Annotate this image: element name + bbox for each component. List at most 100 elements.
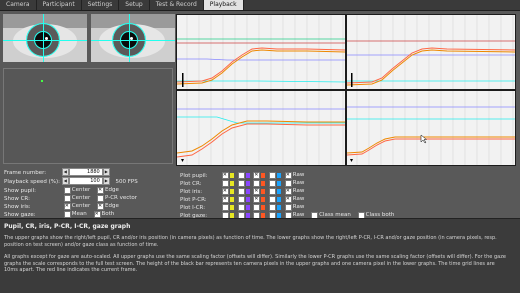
plot-pupil-series4-swatch (277, 172, 281, 178)
show-cr-center-label: Center (71, 195, 91, 201)
plot-pupil-series1-checkbox[interactable] (221, 171, 229, 179)
plot-pcr-series4-checkbox[interactable] (269, 195, 276, 203)
frame-number-decrement-button[interactable]: ◀ (61, 168, 69, 176)
plot-pupil-series1-swatch (229, 172, 234, 178)
show-pupil-edge-checkbox[interactable] (97, 186, 105, 194)
plot-iris-series3-checkbox[interactable] (253, 187, 261, 195)
plot-pcr-raw-label: Raw (292, 196, 305, 202)
plot-icr-series4-checkbox[interactable] (269, 203, 276, 211)
plot-pupil-raw-label: Raw (292, 172, 305, 178)
plot-cr-series1-swatch (229, 180, 234, 186)
plot-iris-series1-checkbox[interactable] (221, 187, 229, 195)
plot-pcr-series1-swatch (229, 196, 234, 202)
tab-test-record[interactable]: Test & Record (150, 0, 204, 10)
plot-cr-raw-label: Raw (292, 180, 305, 186)
gaze-point-marker (41, 80, 43, 82)
plot-icr-series1-checkbox[interactable] (221, 203, 229, 211)
show-gaze-row: Show gaze: Mean Both (4, 210, 117, 218)
plot-pupil-raw-checkbox[interactable] (284, 171, 292, 179)
upper-right-eye-graph (177, 15, 345, 89)
show-cr-row: Show CR: Center P-CR vector (4, 194, 140, 202)
upper-left-eye-graph-svg (347, 15, 515, 89)
plot-iris-row: Plot iris: Raw (180, 187, 307, 195)
frame-number-increment-button[interactable]: ▶ (102, 168, 110, 176)
plot-cr-raw-checkbox[interactable] (284, 179, 292, 187)
show-gaze-mean-checkbox[interactable] (63, 210, 71, 218)
fps-readout: 500 FPS (115, 178, 138, 185)
plot-gaze-series1-swatch (229, 212, 234, 218)
plot-icr-series3-swatch (261, 204, 266, 210)
playback-speed-decrement-button[interactable]: ◀ (61, 177, 69, 185)
time-graphs-panel (176, 14, 516, 166)
plot-iris-series2-checkbox[interactable] (237, 187, 245, 195)
lower-left-eye-graph (347, 91, 515, 165)
plot-gaze-series4-swatch (277, 212, 281, 218)
lower-left-eye-graph-svg (347, 91, 515, 165)
plot-iris-series4-swatch (277, 188, 281, 194)
plot-icr-raw-checkbox[interactable] (284, 203, 292, 211)
show-iris-edge-checkbox[interactable] (97, 202, 105, 210)
plot-icr-series1-swatch (229, 204, 234, 210)
tab-bar: Camera Participant Settings Setup Test &… (0, 0, 520, 11)
plot-cr-series4-checkbox[interactable] (269, 179, 276, 187)
plot-pcr-series3-checkbox[interactable] (253, 195, 261, 203)
frame-number-row: Frame number: ◀ 1880 ▶ (4, 168, 110, 176)
playback-speed-increment-button[interactable]: ▶ (102, 177, 110, 185)
plot-iris-series1-swatch (229, 188, 234, 194)
left-eye-camera-image (3, 14, 87, 62)
help-title: Pupil, CR, iris, P-CR, I-CR, gaze graph (4, 223, 131, 230)
plot-icr-series2-swatch (245, 204, 250, 210)
plot-iris-series3-swatch (261, 188, 266, 194)
plot-iris-series4-checkbox[interactable] (269, 187, 276, 195)
plot-icr-row: Plot I-CR: Raw (180, 203, 307, 211)
show-pupil-center-checkbox[interactable] (63, 186, 71, 194)
help-paragraph-2: All graphs except for gaze are auto-scal… (4, 254, 506, 274)
plot-icr-raw-label: Raw (292, 204, 305, 210)
upper-right-eye-graph-svg (177, 15, 345, 89)
playback-speed-row: Playback speed (%): ◀ 100 ▶ 500 FPS (4, 177, 138, 185)
plot-gaze-series2-swatch (245, 212, 250, 218)
show-iris-edge-label: Edge (105, 203, 119, 209)
tab-camera[interactable]: Camera (0, 0, 37, 10)
plot-pcr-series2-checkbox[interactable] (237, 195, 245, 203)
lower-right-eye-graph (177, 91, 345, 165)
plot-pupil-series3-swatch (261, 172, 266, 178)
show-gaze-both-checkbox[interactable] (93, 210, 101, 218)
plot-pupil-row: Plot pupil: Raw (180, 171, 307, 179)
tab-playback[interactable]: Playback (203, 0, 244, 10)
plot-icr-series2-checkbox[interactable] (237, 203, 245, 211)
tab-participant[interactable]: Participant (37, 0, 82, 10)
plot-pupil-series2-swatch (245, 172, 250, 178)
plot-pcr-series1-checkbox[interactable] (221, 195, 229, 203)
plot-cr-series2-checkbox[interactable] (237, 179, 245, 187)
plot-pupil-series4-checkbox[interactable] (269, 171, 276, 179)
show-pcr-vector-checkbox[interactable] (97, 194, 105, 202)
plot-cr-series2-swatch (245, 180, 250, 186)
right-eye-camera-image (91, 14, 175, 62)
tab-setup[interactable]: Setup (119, 0, 150, 10)
plot-pupil-series2-checkbox[interactable] (237, 171, 245, 179)
show-gaze-both-label: Both (101, 211, 115, 217)
plot-icr-series4-swatch (277, 204, 281, 210)
plot-iris-series2-swatch (245, 188, 250, 194)
tab-settings[interactable]: Settings (82, 0, 120, 10)
playback-speed-input[interactable]: 100 (68, 177, 103, 185)
frame-number-input[interactable]: 1880 (68, 168, 103, 176)
plot-cr-series1-checkbox[interactable] (221, 179, 229, 187)
show-cr-center-checkbox[interactable] (63, 194, 71, 202)
plot-icr-series3-checkbox[interactable] (253, 203, 261, 211)
plot-gaze-series3-swatch (261, 212, 266, 218)
plot-pupil-series3-checkbox[interactable] (253, 171, 261, 179)
plot-pcr-raw-checkbox[interactable] (284, 195, 292, 203)
plot-cr-row: Plot CR: Raw (180, 179, 307, 187)
plot-cr-series3-swatch (261, 180, 266, 186)
plot-cr-series3-checkbox[interactable] (253, 179, 261, 187)
show-pupil-row: Show pupil: Center Edge (4, 186, 122, 194)
plot-pcr-series4-swatch (277, 196, 281, 202)
show-pcr-vector-label: P-CR vector (105, 195, 138, 201)
gaze-scene-view (3, 68, 173, 164)
help-panel: Pupil, CR, iris, P-CR, I-CR, gaze graph … (0, 218, 520, 293)
show-iris-center-checkbox[interactable] (63, 202, 71, 210)
help-paragraph-1: The upper graphs show the right/left pup… (4, 235, 497, 248)
plot-iris-raw-checkbox[interactable] (284, 187, 292, 195)
